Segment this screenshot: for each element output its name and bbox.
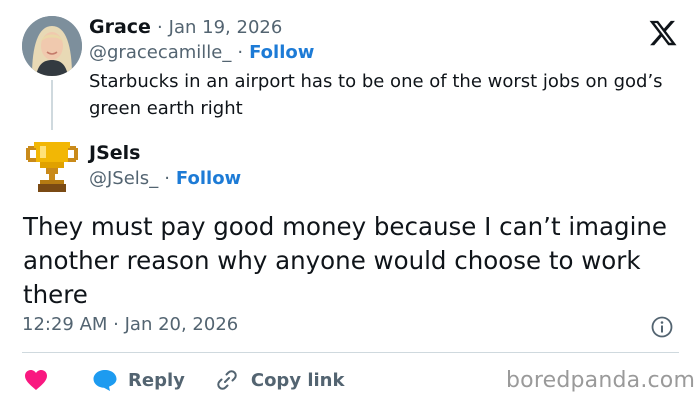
separator-dot: · bbox=[164, 168, 170, 189]
watermark: boredpanda.com bbox=[506, 368, 696, 393]
reply-handle[interactable]: @JSels_ bbox=[89, 168, 158, 189]
reply-label: Reply bbox=[128, 369, 185, 391]
avatar-grace[interactable] bbox=[22, 16, 82, 76]
parent-tweet-text: Starbucks in an airport has to be one of… bbox=[89, 71, 663, 119]
divider bbox=[22, 352, 679, 353]
speech-bubble-icon bbox=[93, 370, 117, 391]
parent-header: Grace · Jan 19, 2026 bbox=[89, 16, 282, 38]
tweet-timestamp[interactable]: 12:29 AM · Jan 20, 2026 bbox=[22, 314, 238, 335]
reply-button[interactable]: Reply bbox=[92, 368, 185, 392]
heart-icon bbox=[25, 370, 47, 390]
trophy-icon[interactable] bbox=[24, 140, 80, 194]
separator-dot: · bbox=[237, 42, 244, 63]
reply-handle-row: @JSels_ · Follow bbox=[89, 168, 241, 189]
parent-handle-row: @gracecamille_ · Follow bbox=[89, 42, 314, 63]
link-icon bbox=[217, 370, 237, 390]
follow-button-jsels[interactable]: Follow bbox=[176, 168, 241, 189]
thread-connector-line bbox=[51, 80, 53, 130]
reply-author-name[interactable]: JSels bbox=[89, 142, 140, 164]
parent-author-name[interactable]: Grace bbox=[89, 16, 151, 38]
follow-button-grace[interactable]: Follow bbox=[249, 42, 314, 63]
like-button[interactable] bbox=[24, 369, 48, 391]
action-bar: Reply Copy link bbox=[22, 366, 344, 394]
parent-date[interactable]: Jan 19, 2026 bbox=[169, 17, 283, 38]
avatar-photo bbox=[22, 16, 82, 76]
info-icon[interactable] bbox=[651, 316, 673, 338]
reply-author-row: JSels bbox=[89, 142, 140, 164]
copy-link-label: Copy link bbox=[250, 369, 345, 391]
copy-link-button[interactable]: Copy link bbox=[215, 368, 345, 392]
reply-tweet-text: They must pay good money because I can’t… bbox=[23, 212, 667, 309]
separator-dot: · bbox=[156, 17, 163, 38]
x-logo-icon[interactable] bbox=[648, 18, 678, 48]
parent-handle[interactable]: @gracecamille_ bbox=[89, 42, 231, 63]
